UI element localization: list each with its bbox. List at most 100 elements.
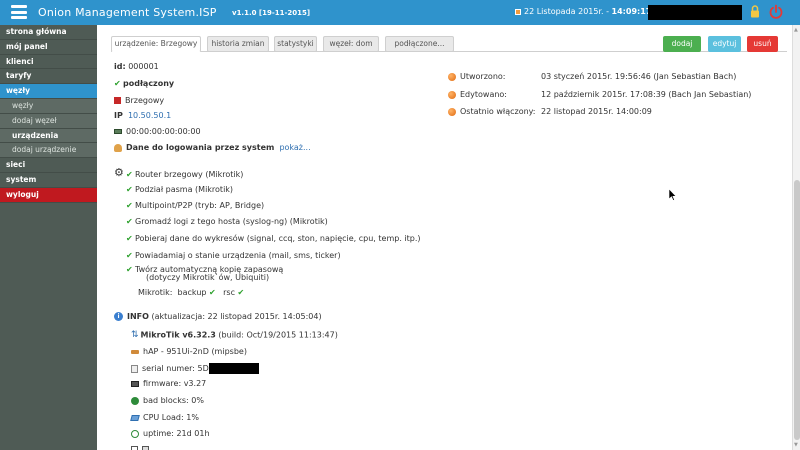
chip-icon	[131, 380, 139, 387]
info-firmware: firmware: v3.27	[131, 379, 206, 388]
device-id-value: 000001	[128, 62, 159, 71]
main-content: urządzenie: Brzegowy historia zmian stat…	[97, 25, 792, 450]
check-icon: ✔	[114, 79, 121, 88]
tab-statistics[interactable]: statystyki	[274, 36, 317, 52]
sidebar-subitem-nodes[interactable]: węzły	[0, 98, 97, 114]
feature-label: Gromadź logi z tego hosta (syslog-ng) (M…	[135, 217, 328, 226]
device-login: Dane do logowania przez system pokaż...	[114, 143, 311, 152]
login-label: Dane do logowania przez system	[126, 143, 275, 152]
mikrotik-label: Mikrotik:	[138, 288, 173, 297]
scrollbar-thumb[interactable]	[794, 180, 800, 440]
disk-icon	[131, 396, 139, 405]
clock-icon	[448, 107, 456, 116]
device-status: ✔ podłączony	[114, 79, 174, 88]
device-name-value: Brzegowy	[125, 96, 165, 105]
info-os: ⇅ MikroTik v6.32.3 (build: Oct/19/2015 11…	[131, 330, 338, 340]
mouse-cursor-icon	[669, 189, 677, 201]
uptime-value: uptime: 21d 01h	[143, 429, 210, 438]
os-version: MikroTik v6.32.3	[140, 330, 216, 340]
sidebar-item-logout[interactable]: wyloguj	[0, 187, 97, 203]
tab-connected[interactable]: podłączone...	[385, 36, 454, 52]
info-model: hAP - 951Ui-2nD (mipsbe)	[131, 347, 247, 356]
device-ip-link[interactable]: 10.50.50.1	[128, 111, 171, 120]
info-serial: serial numer: 5D	[131, 363, 259, 374]
feature-label: Router brzegowy (Mikrotik)	[135, 170, 244, 179]
scroll-down-icon[interactable]: ▼	[794, 442, 798, 448]
info-cpu: CPU Load: 1%	[130, 413, 199, 422]
router-icon	[131, 349, 139, 354]
feature-item: ✔ Multipoint/P2P (tryb: AP, Bridge)	[126, 201, 264, 210]
clock-icon	[448, 90, 456, 99]
feature-label: Pobieraj dane do wykresów (signal, ccq, …	[135, 234, 421, 243]
feature-item: ✔ Powiadamiaj o stanie urządzenia (mail, …	[126, 251, 341, 260]
refresh-icon: ⇅	[131, 330, 139, 340]
scroll-up-icon[interactable]: ▲	[794, 27, 798, 33]
check-icon: ✔	[126, 251, 133, 260]
sidebar-item-nodes[interactable]: węzły	[0, 84, 97, 99]
sidebar-item-home[interactable]: strona główna	[0, 25, 97, 40]
current-datetime: 22 Listopada 2015r. - 14:09:17	[515, 7, 651, 16]
created-value: 03 styczeń 2015r. 19:56:46 (Jan Sebastia…	[541, 72, 737, 81]
sidebar-subitem-add-device[interactable]: dodaj urządzenie	[0, 143, 97, 159]
add-button[interactable]: dodaj	[663, 36, 701, 52]
last-on-label: Ostatnio włączony:	[460, 107, 536, 116]
feature-label: Multipoint/P2P (tryb: AP, Bridge)	[135, 201, 265, 210]
redacted-username	[648, 5, 742, 20]
edit-button[interactable]: edytuj	[708, 36, 741, 52]
feature-label: Powiadamiaj o stanie urządzenia (mail, s…	[135, 251, 341, 260]
sidebar-item-my-panel[interactable]: mój panel	[0, 40, 97, 55]
lock-icon[interactable]	[750, 5, 760, 18]
feature-item: ✔ Podział pasma (Mikrotik)	[126, 185, 233, 194]
feature-item: ✔ Router brzegowy (Mikrotik)	[126, 170, 243, 179]
sidebar-item-clients[interactable]: klienci	[0, 55, 97, 70]
power-icon[interactable]	[768, 4, 784, 20]
os-build: (build: Oct/19/2015 11:13:47)	[218, 330, 338, 340]
sidebar-item-networks[interactable]: sieci	[0, 158, 97, 173]
created-row: Utworzono:	[448, 72, 505, 81]
device-id: id: 000001	[114, 62, 159, 71]
check-icon: ✔	[126, 170, 133, 179]
edited-label: Edytowano:	[460, 90, 508, 99]
redacted-serial	[208, 363, 259, 374]
login-show-link[interactable]: pokaż...	[279, 143, 310, 152]
checkbox-icon	[142, 446, 149, 450]
device-id-label: id:	[114, 62, 126, 71]
clock-icon	[448, 72, 456, 81]
folder-icon	[131, 446, 138, 450]
check-icon: ✔	[126, 265, 133, 274]
backup-label: backup	[177, 288, 207, 297]
tab-history[interactable]: historia zmian	[207, 36, 269, 52]
tab-node[interactable]: węzeł: dom	[323, 36, 379, 52]
scrollbar[interactable]: ▲ ▼	[792, 25, 800, 450]
delete-button[interactable]: usuń	[747, 36, 778, 52]
device-ip: IP 10.50.50.1	[114, 111, 171, 120]
device-mac: 00:00:00:00:00:00	[114, 127, 201, 136]
sidebar-item-system[interactable]: system	[0, 173, 97, 188]
tab-device[interactable]: urządzenie: Brzegowy	[111, 36, 201, 52]
router-icon	[114, 97, 121, 104]
device-name: Brzegowy	[114, 96, 164, 105]
top-bar: Onion Management System.ISP v1.1.0 [19-1…	[0, 0, 800, 25]
sidebar-subitem-add-node[interactable]: dodaj węzeł	[0, 113, 97, 129]
check-icon: ✔	[209, 288, 216, 297]
rsc-label: rsc	[223, 288, 235, 297]
info-header: i INFO (aktualizacja: 22 listopad 2015r. …	[114, 312, 322, 321]
last-on-row: Ostatnio włączony:	[448, 107, 536, 116]
sidebar-subitem-devices[interactable]: urządzenia	[0, 128, 97, 144]
info-updated: (aktualizacja: 22 listopad 2015r. 14:05:…	[151, 312, 322, 321]
current-time: 14:09:17	[611, 7, 652, 16]
cpu-value: CPU Load: 1%	[143, 413, 199, 422]
clock-icon	[131, 429, 139, 438]
sidebar-item-tariffs[interactable]: taryfy	[0, 69, 97, 85]
edited-row: Edytowano:	[448, 90, 507, 99]
info-uptime: uptime: 21d 01h	[131, 429, 210, 438]
network-card-icon	[114, 129, 122, 134]
check-icon: ✔	[126, 217, 133, 226]
info-title: INFO	[127, 312, 149, 321]
feature-item: ✔ Pobieraj dane do wykresów (signal, ccq,…	[126, 234, 421, 243]
feature-item: ✔ Gromadź logi z tego hosta (syslog-ng) (…	[126, 217, 328, 226]
device-mac-value: 00:00:00:00:00:00	[126, 127, 201, 136]
app-version: v1.1.0 [19-11-2015]	[232, 9, 311, 17]
menu-icon[interactable]	[11, 5, 27, 19]
serial-label: serial numer: 5D	[142, 364, 209, 373]
